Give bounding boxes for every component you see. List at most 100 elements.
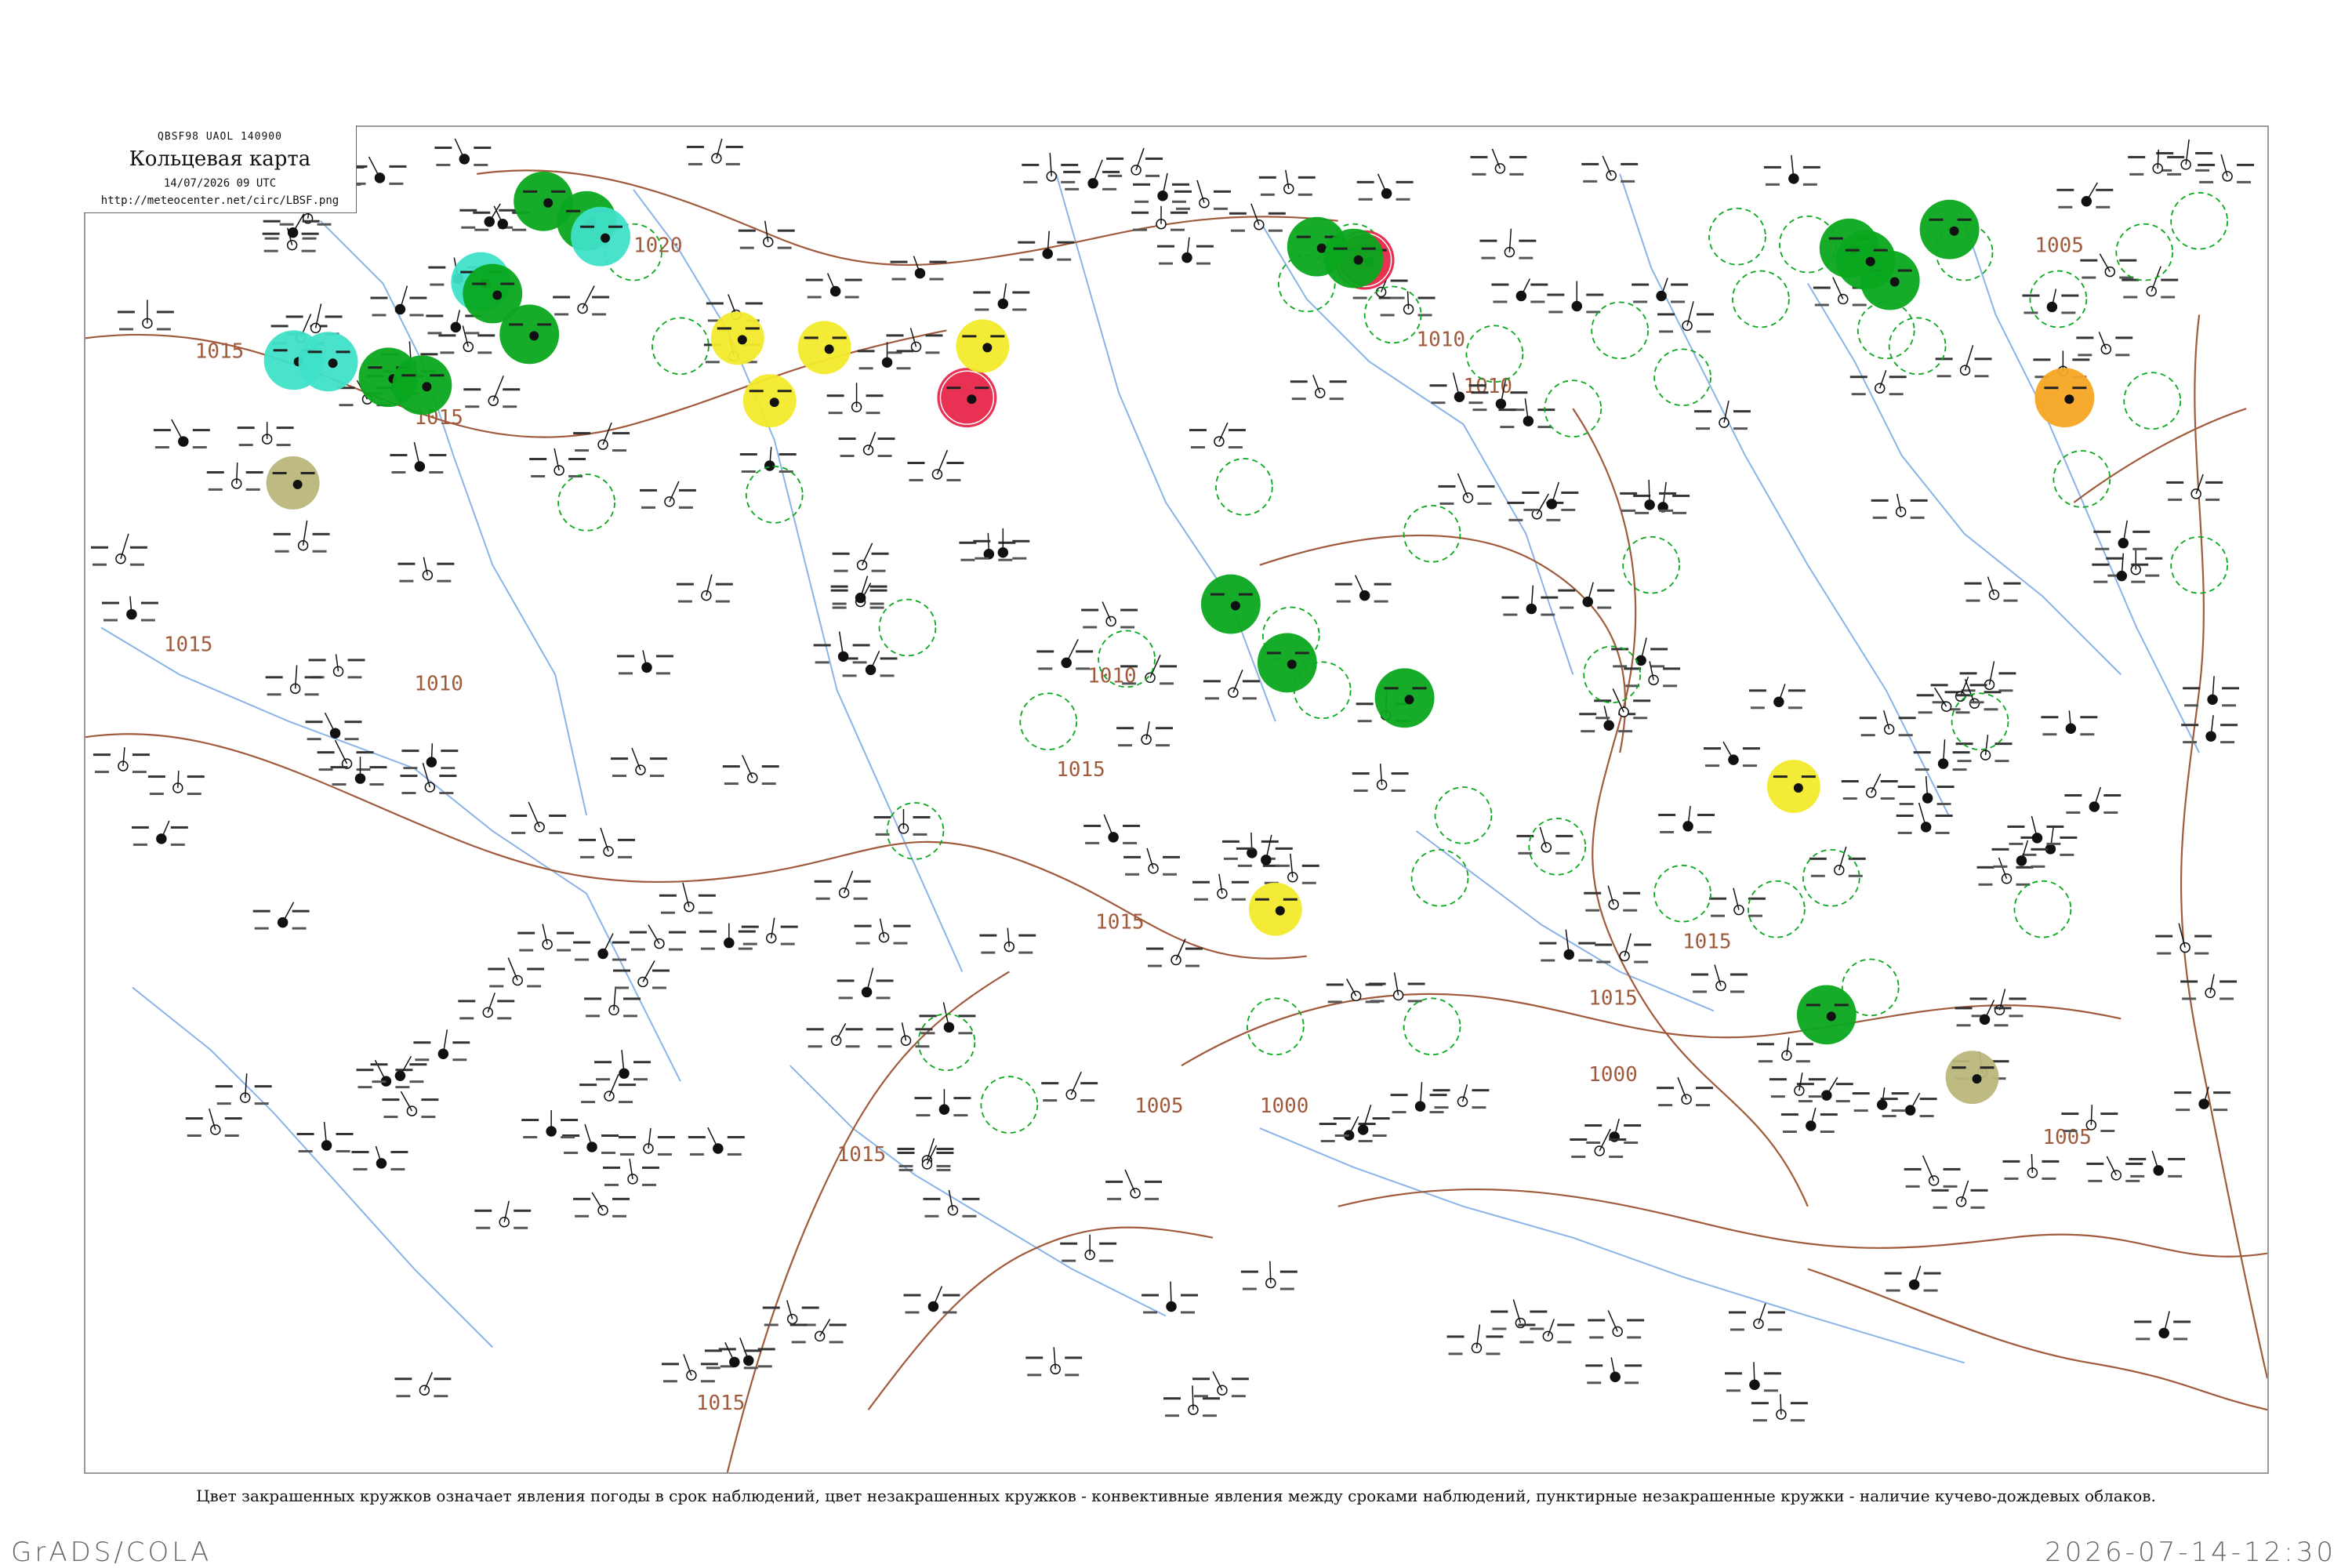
dew-glyph: [815, 661, 829, 664]
temp-glyph: [458, 1000, 476, 1003]
tendency-glyph: [245, 488, 260, 491]
station-plot: [463, 375, 521, 408]
station-marker: [1728, 754, 1739, 765]
dew-glyph: [741, 470, 756, 473]
pressure-glyph: [1991, 1060, 2009, 1063]
wind-barb: [1070, 1071, 1082, 1095]
station-plot: [93, 747, 150, 774]
station-plot: [153, 419, 210, 449]
temp-glyph: [2180, 980, 2198, 983]
station-plot: [1547, 281, 1604, 314]
tendency-glyph: [612, 449, 627, 452]
temp-glyph: [676, 583, 694, 586]
tendency-glyph: [641, 1183, 656, 1186]
dew-glyph: [1585, 909, 1600, 912]
station-marker: [577, 303, 588, 314]
pressure-glyph: [2161, 278, 2179, 281]
tendency-glyph: [2168, 1174, 2183, 1178]
temp-glyph: [1632, 283, 1650, 286]
pressure-glyph: [777, 390, 792, 393]
station-plot: [1501, 585, 1559, 616]
isobar-line: [726, 971, 1010, 1472]
dew-glyph: [1956, 1024, 1971, 1027]
station-plot: [1025, 1347, 1083, 1377]
temp-glyph: [1384, 687, 1399, 690]
dew-glyph: [1493, 300, 1508, 303]
cb-dashed-circle: [1748, 880, 1806, 938]
phenomenon-circle-rain: [1796, 985, 1857, 1045]
temp-glyph: [521, 1119, 539, 1122]
tendency-glyph: [1557, 1341, 1572, 1344]
cb-dashed-circle: [1583, 645, 1642, 704]
tendency-glyph: [1530, 1327, 1544, 1330]
pressure-glyph: [913, 815, 931, 818]
dew-glyph: [1523, 508, 1538, 511]
station-marker: [1865, 787, 1877, 798]
pressure-glyph: [245, 470, 263, 474]
isobar-line: [1807, 1268, 2267, 1411]
tendency-glyph: [880, 674, 895, 677]
source-url[interactable]: http://meteocenter.net/circ/LBSF.png: [84, 194, 356, 207]
temp-glyph: [1063, 170, 1081, 173]
dew-glyph: [1978, 883, 1993, 886]
temp-glyph: [1584, 891, 1602, 895]
tendency-glyph: [2046, 842, 2061, 845]
pressure-glyph: [844, 278, 862, 281]
tendency-glyph: [1172, 200, 1186, 203]
tendency-glyph: [913, 833, 927, 836]
dew-glyph: [1596, 960, 1611, 964]
tendency-glyph: [409, 314, 424, 317]
wind-barb: [1871, 773, 1882, 793]
station-plot: [1780, 1107, 1838, 1134]
station-marker: [488, 395, 499, 406]
pressure-glyph: [2031, 848, 2049, 851]
temp-glyph: [1083, 824, 1102, 827]
temp-glyph: [1131, 211, 1149, 214]
tendency-glyph: [2060, 853, 2074, 856]
dew-glyph: [706, 1367, 720, 1370]
station-plot: [838, 431, 895, 458]
tendency-glyph: [1880, 797, 1895, 800]
tendency-glyph: [465, 332, 480, 335]
pressure-glyph: [678, 488, 696, 492]
dew-glyph: [1635, 511, 1650, 514]
station-plot: [370, 285, 427, 317]
station-plot: [1192, 1370, 1249, 1398]
tendency-glyph: [761, 782, 776, 786]
station-plot: [857, 342, 914, 370]
pressure-glyph: [1080, 1082, 1098, 1085]
station-plot: [1221, 832, 1279, 860]
temp-glyph: [1969, 997, 1987, 1000]
temp-glyph: [919, 1014, 937, 1018]
temp-glyph: [1931, 1189, 1949, 1192]
dew-glyph: [1915, 768, 1929, 771]
pressure-glyph: [302, 220, 320, 223]
pressure-glyph: [668, 931, 686, 934]
dew-glyph: [332, 783, 347, 786]
pressure-glyph: [1952, 751, 1970, 754]
dew-glyph: [1886, 1289, 1900, 1292]
tendency-glyph: [1298, 193, 1312, 196]
pressure-glyph: [1279, 1270, 1298, 1273]
station-plot: [1036, 639, 1094, 670]
station-plot: [1897, 776, 1955, 805]
cb-dashed-circle: [2013, 880, 2072, 938]
wind-barb: [669, 481, 680, 503]
pressure-glyph: [700, 1363, 718, 1366]
synoptic-map[interactable]: 1015 1020 1015 1010 1005 1010 1015 1015 1015 1010…: [84, 125, 2269, 1474]
dew-glyph: [1581, 730, 1595, 733]
station-plot: [1060, 1234, 1117, 1262]
pressure-glyph: [832, 336, 847, 339]
pressure-glyph: [356, 751, 374, 754]
station-plot: [2122, 266, 2179, 299]
phenomenon-circle-shower: [2034, 368, 2095, 428]
pressure-glyph: [429, 454, 447, 457]
dew-glyph: [1750, 706, 1765, 710]
tendency-glyph: [1955, 711, 1970, 714]
pressure-glyph: [779, 453, 797, 456]
wind-barb: [835, 1022, 847, 1041]
dew-glyph: [688, 162, 702, 165]
wind-barb: [2151, 266, 2161, 292]
station-plot: [1290, 374, 1347, 401]
station-marker: [2046, 301, 2058, 313]
